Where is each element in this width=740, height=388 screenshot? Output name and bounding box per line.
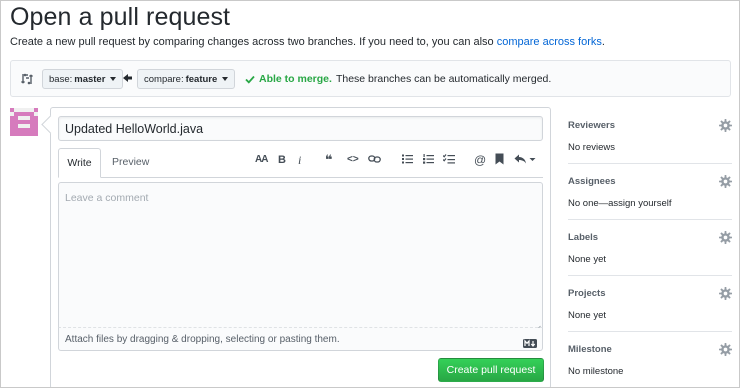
projects-value: None yet — [568, 310, 607, 321]
attach-files-text: Attach files by dragging & dropping, sel… — [65, 334, 340, 345]
mention-icon[interactable]: @ — [474, 152, 486, 168]
compare-range-bar: base: master compare: feature Able to me… — [10, 60, 731, 97]
merge-status: Able to merge. These branches can be aut… — [245, 73, 551, 85]
gear-icon[interactable] — [719, 231, 732, 244]
create-pull-request-button[interactable]: Create pull request — [438, 358, 544, 382]
compare-branch-name: feature — [185, 73, 218, 85]
merge-message: These branches can be automatically merg… — [335, 73, 552, 85]
italic-icon[interactable]: i — [298, 152, 301, 168]
saved-reply-icon[interactable] — [495, 153, 504, 169]
pr-title-input[interactable] — [58, 116, 543, 141]
gear-icon[interactable] — [719, 287, 732, 300]
subtitle-end: . — [601, 36, 605, 48]
numbered-list-icon[interactable] — [423, 154, 434, 170]
tab-divider — [58, 177, 543, 178]
check-icon — [245, 75, 255, 84]
discussion-sidebar: Reviewers No reviews Assignees No one—as… — [568, 108, 732, 387]
bulleted-list-icon[interactable] — [402, 154, 413, 170]
page-title: Open a pull request — [10, 3, 231, 31]
base-label: base: — [49, 73, 73, 85]
quote-icon[interactable]: ❝ — [325, 152, 333, 168]
tab-preview[interactable]: Preview — [112, 148, 149, 178]
resize-handle-icon[interactable] — [534, 319, 541, 332]
merge-status-ok: Able to merge. — [259, 73, 332, 85]
base-branch-select[interactable]: base: master — [42, 69, 124, 89]
milestone-heading: Milestone — [568, 344, 612, 355]
arrow-left-icon — [123, 73, 132, 86]
subtitle-text: Create a new pull request by comparing c… — [10, 36, 494, 48]
page-subtitle: Create a new pull request by comparing c… — [10, 36, 605, 48]
gear-icon[interactable] — [719, 119, 732, 132]
labels-heading: Labels — [568, 232, 599, 243]
labels-value: None yet — [568, 254, 607, 265]
projects-heading: Projects — [568, 288, 606, 299]
code-icon[interactable]: <> — [347, 152, 359, 168]
task-list-icon[interactable] — [443, 154, 455, 170]
sidebar-assignees: Assignees No one—assign yourself — [568, 164, 732, 220]
compare-across-forks-link[interactable]: compare across forks — [497, 36, 602, 48]
window-frame: Open a pull request Create a new pull re… — [0, 0, 740, 388]
compare-label: compare: — [144, 73, 184, 85]
assignees-heading: Assignees — [568, 176, 616, 187]
bold-icon[interactable]: B — [278, 152, 286, 168]
compare-branch-select[interactable]: compare: feature — [137, 69, 236, 89]
reply-icon[interactable] — [514, 154, 536, 170]
base-branch-name: master — [74, 73, 106, 85]
sidebar-labels: Labels None yet — [568, 220, 732, 276]
milestone-value: No milestone — [568, 366, 624, 377]
sidebar-projects: Projects None yet — [568, 276, 732, 332]
markdown-icon[interactable] — [523, 335, 537, 353]
git-compare-icon — [20, 72, 34, 86]
caret-down-icon — [110, 77, 117, 81]
comment-textarea[interactable] — [58, 182, 543, 328]
caret-down-icon — [222, 77, 229, 81]
attach-files-bar[interactable]: Attach files by dragging & dropping, sel… — [58, 328, 543, 351]
tab-write[interactable]: Write — [58, 148, 101, 178]
avatar[interactable] — [10, 108, 38, 136]
sidebar-milestone: Milestone No milestone — [568, 332, 732, 387]
reviewers-heading: Reviewers — [568, 120, 616, 131]
reviewers-value: No reviews — [568, 142, 615, 153]
link-icon[interactable] — [368, 154, 381, 170]
header-icon[interactable]: AA — [255, 152, 268, 168]
gear-icon[interactable] — [719, 343, 732, 356]
gear-icon[interactable] — [719, 175, 732, 188]
sidebar-reviewers: Reviewers No reviews — [568, 108, 732, 164]
assignees-value[interactable]: No one—assign yourself — [568, 198, 732, 209]
